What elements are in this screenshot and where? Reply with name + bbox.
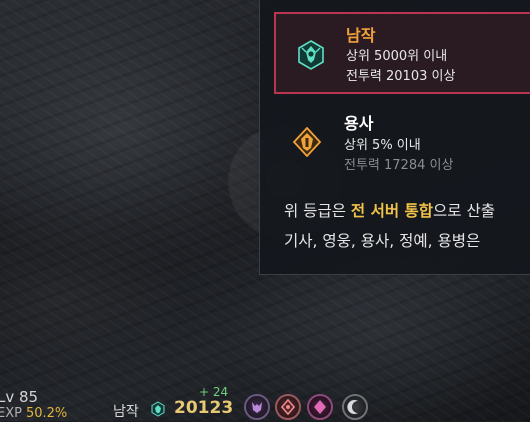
hero-rank-emblem-icon xyxy=(292,127,322,157)
tier-power-condition: 전투력 17284 이상 xyxy=(344,158,454,173)
tier-card-hero[interactable]: 용사 상위 5% 이내 전투력 17284 이상 xyxy=(274,103,530,185)
baron-rank-mini-icon xyxy=(151,401,165,417)
tier-name: 용사 xyxy=(344,114,374,133)
player-level: Lv 85 xyxy=(0,388,39,406)
tier-description-line2: 기사, 영웅, 용사, 정예, 용병은 xyxy=(284,232,481,250)
exp-label: EXP xyxy=(0,406,22,421)
exp-percent: 50.2% xyxy=(25,406,68,421)
tier-card-baron[interactable]: 남작 상위 5000위 이내 전투력 20103 이상 xyxy=(274,12,530,94)
description-prefix: 위 등급은 xyxy=(284,202,351,220)
combat-power-value: 20123 xyxy=(174,398,234,418)
baron-rank-emblem-icon xyxy=(298,40,324,70)
tier-rank-condition: 상위 5% 이내 xyxy=(344,138,421,153)
description-suffix: 으로 산출 xyxy=(433,202,495,220)
player-exp: EXP 50.2% xyxy=(0,406,67,421)
crystal-buff-icon[interactable] xyxy=(307,394,333,420)
tier-name: 남작 xyxy=(346,26,376,45)
combat-power-delta: + 24 xyxy=(199,385,229,399)
demon-buff-icon[interactable] xyxy=(244,394,270,420)
tier-description-line1: 위 등급은 전 서버 통합으로 산출 xyxy=(284,199,495,221)
tier-power-condition: 전투력 20103 이상 xyxy=(346,69,456,84)
current-rank-name: 남작 xyxy=(113,404,139,420)
description-highlight: 전 서버 통합 xyxy=(350,202,433,220)
moon-buff-icon[interactable] xyxy=(342,394,368,420)
rune-buff-icon[interactable] xyxy=(275,394,301,420)
tier-rank-condition: 상위 5000위 이내 xyxy=(346,49,448,64)
